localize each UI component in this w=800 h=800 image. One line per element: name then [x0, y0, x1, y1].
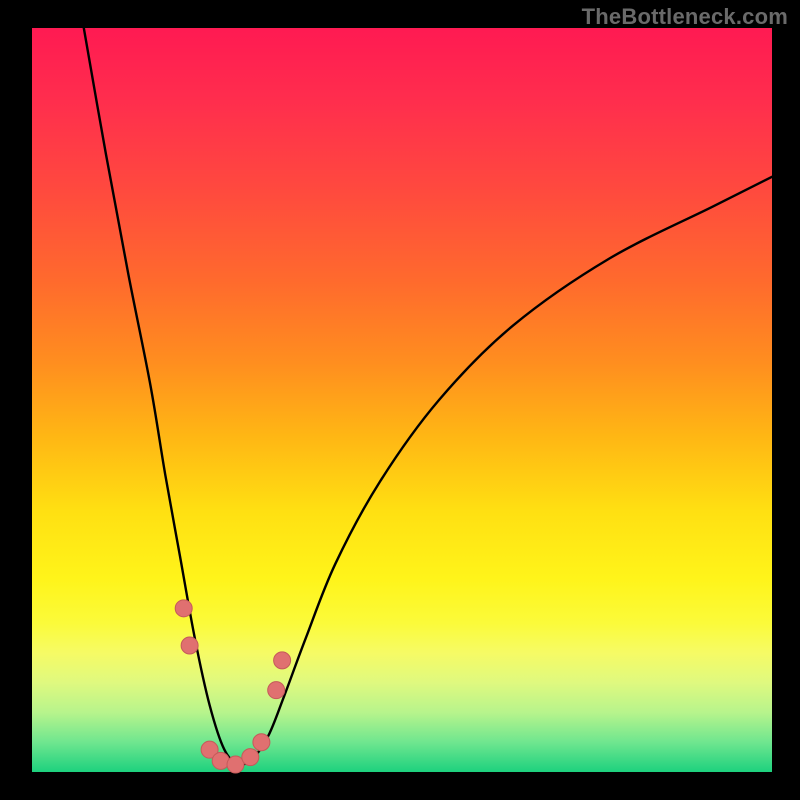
curve-marker [253, 734, 270, 751]
curve-layer [32, 28, 772, 772]
bottleneck-curve [84, 28, 772, 765]
watermark-text: TheBottleneck.com [582, 4, 788, 30]
curve-marker [274, 652, 291, 669]
plot-area [32, 28, 772, 772]
outer-frame: TheBottleneck.com [0, 0, 800, 800]
curve-marker [212, 752, 229, 769]
curve-marker [175, 600, 192, 617]
curve-marker [242, 749, 259, 766]
curve-marker [268, 682, 285, 699]
curve-marker [181, 637, 198, 654]
